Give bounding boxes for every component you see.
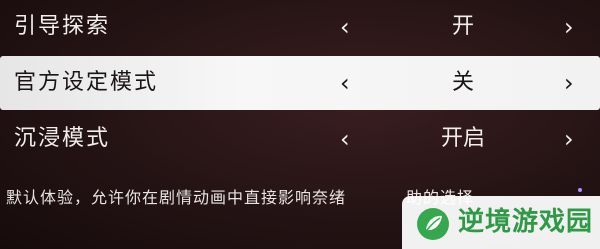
next-option-button[interactable]: ›: [564, 56, 574, 110]
setting-label: 官方设定模式: [14, 70, 159, 95]
setting-row-guided-exploration[interactable]: 引导探索 ‹ 开 ›: [0, 0, 600, 54]
sparkle-icon: [578, 188, 582, 192]
setting-row-immersive-mode[interactable]: 沉浸模式 ‹ 开启 ›: [0, 112, 600, 166]
setting-value: 开启: [440, 126, 485, 151]
setting-value: 关: [451, 70, 474, 95]
prev-option-button[interactable]: ‹: [340, 112, 350, 166]
description-text: 默认体验，允许你在剧情动画中直接影响奈绪: [6, 188, 347, 207]
watermark: 逆境游戏园: [402, 196, 600, 249]
leaf-circle-icon: [417, 208, 449, 240]
prev-option-button[interactable]: ‹: [340, 0, 350, 54]
setting-label: 沉浸模式: [14, 126, 111, 151]
next-option-button[interactable]: ›: [564, 112, 574, 166]
setting-label: 引导探索: [14, 14, 111, 39]
watermark-text: 逆境游戏园: [458, 207, 594, 237]
prev-option-button[interactable]: ‹: [340, 56, 350, 110]
setting-row-official-mode[interactable]: 官方设定模式 ‹ 关 ›: [0, 56, 600, 110]
next-option-button[interactable]: ›: [564, 0, 574, 54]
setting-value: 开: [451, 14, 474, 39]
